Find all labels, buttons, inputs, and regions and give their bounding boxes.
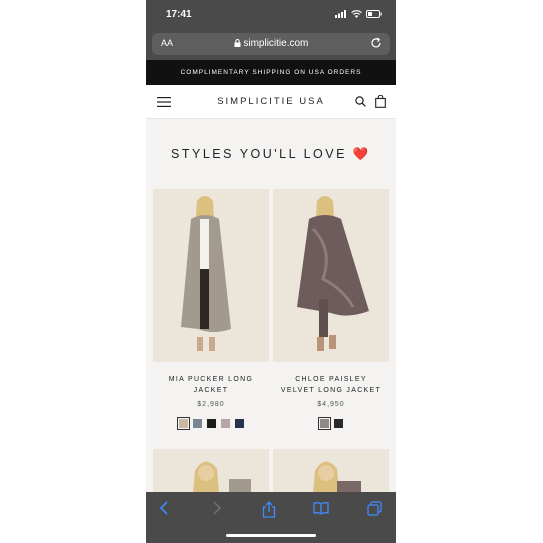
model-photo <box>273 189 389 362</box>
product-card[interactable]: CHLOE PAISLEY VELVET LONG JACKET $4,950 <box>273 189 389 430</box>
product-name[interactable]: MIA PUCKER LONG JACKET <box>153 374 269 396</box>
shopping-bag-icon[interactable] <box>375 95 386 108</box>
address-bar[interactable]: AA simplicitie.com <box>152 33 390 55</box>
product-image[interactable] <box>273 449 389 493</box>
search-icon[interactable] <box>355 96 366 107</box>
product-image[interactable] <box>273 189 389 362</box>
color-swatch[interactable] <box>333 419 343 428</box>
color-swatch[interactable] <box>220 419 230 428</box>
status-icons <box>335 10 382 18</box>
lock-icon <box>234 39 241 47</box>
color-swatch[interactable] <box>176 417 190 430</box>
promo-banner[interactable]: COMPLIMENTARY SHIPPING ON USA ORDERS <box>146 60 396 85</box>
color-swatches <box>153 417 269 430</box>
url-text: simplicitie.com <box>243 38 309 49</box>
phone-screen: 17:41 AA simplicitie.com COMPLIMENTARY S… <box>146 0 396 543</box>
signal-icon <box>335 10 346 18</box>
model-photo <box>153 449 269 493</box>
status-time: 17:41 <box>166 9 192 20</box>
product-price: $4,950 <box>317 401 345 408</box>
forward-arrow-icon[interactable] <box>212 501 222 515</box>
battery-icon <box>366 10 382 18</box>
color-swatch[interactable] <box>206 419 216 428</box>
tabs-icon[interactable] <box>367 501 382 516</box>
color-swatch[interactable] <box>317 417 331 430</box>
color-swatch[interactable] <box>192 419 202 428</box>
browser-address-area: AA simplicitie.com <box>146 30 396 60</box>
share-icon[interactable] <box>262 501 276 518</box>
bookmarks-icon[interactable] <box>313 501 329 515</box>
site-header: SIMPLICITIE USA <box>146 85 396 119</box>
product-image[interactable] <box>153 189 269 362</box>
product-name[interactable]: CHLOE PAISLEY VELVET LONG JACKET <box>273 374 389 396</box>
back-arrow-icon[interactable] <box>159 501 169 515</box>
color-swatches <box>273 417 389 430</box>
status-bar: 17:41 <box>146 0 396 30</box>
product-card[interactable]: MIA PUCKER LONG JACKET $2,980 <box>153 189 269 430</box>
home-indicator <box>226 534 316 537</box>
color-swatch[interactable] <box>234 419 244 428</box>
model-photo <box>273 449 389 493</box>
reload-icon[interactable] <box>370 37 382 49</box>
product-image[interactable] <box>153 449 269 493</box>
section-title: STYLES YOU'LL LOVE ❤️ <box>171 147 371 161</box>
wifi-icon <box>351 10 362 18</box>
model-photo <box>153 189 269 362</box>
url-text-wrap: simplicitie.com <box>152 38 390 49</box>
product-price: $2,980 <box>197 401 225 408</box>
